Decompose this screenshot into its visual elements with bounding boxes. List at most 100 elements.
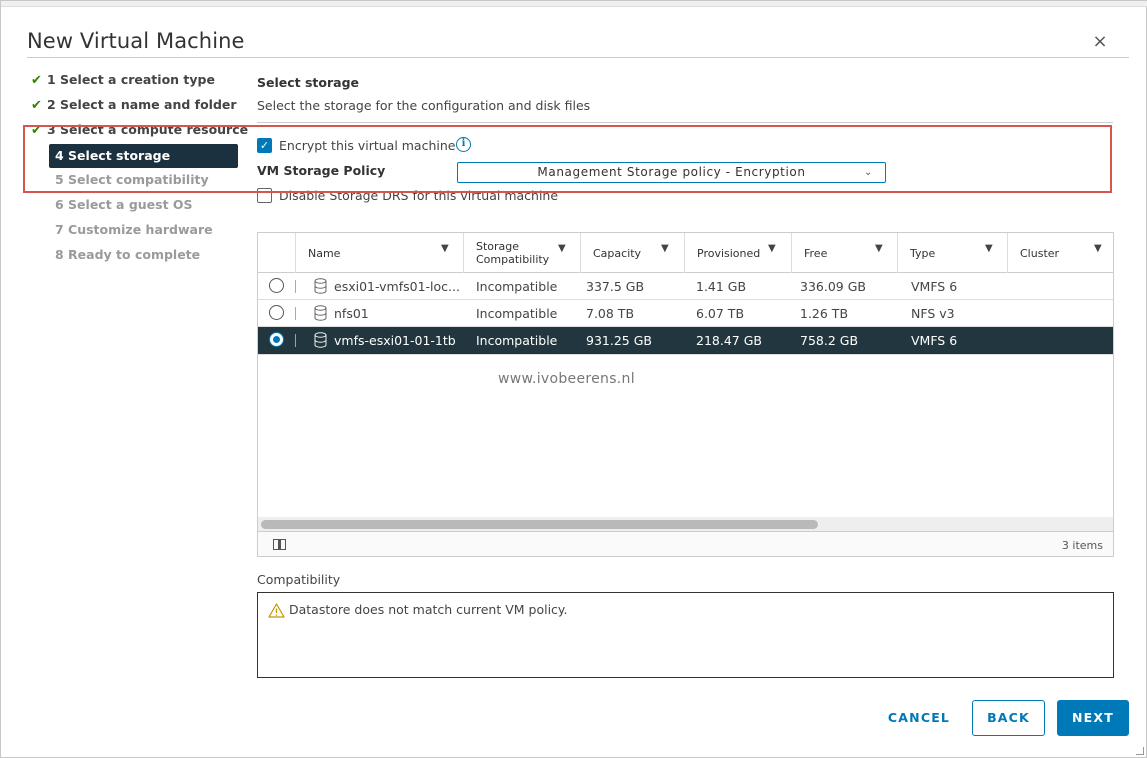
- storage-policy-select[interactable]: Management Storage policy - Encryption ⌄: [457, 162, 886, 183]
- watermark-text: www.ivobeerens.nl: [498, 371, 635, 387]
- checkmark-icon: ✔: [31, 123, 42, 138]
- datastore-name: esxi01-vmfs01-loc...: [334, 279, 460, 294]
- warning-icon: [268, 603, 285, 618]
- resize-handle[interactable]: [1136, 747, 1144, 755]
- row-radio[interactable]: [269, 332, 284, 347]
- header-capacity[interactable]: Capacity ▼: [581, 233, 685, 273]
- row-radio[interactable]: [269, 278, 284, 293]
- filter-icon[interactable]: ▼: [661, 243, 669, 254]
- type-cell: VMFS 6: [911, 333, 958, 348]
- column-toggle-icon[interactable]: [273, 539, 286, 550]
- header-name[interactable]: Name ▼: [296, 233, 464, 273]
- grid-header: Name ▼ Storage Compatibility ▼ Capacity …: [258, 233, 1113, 273]
- type-cell: VMFS 6: [911, 279, 958, 294]
- step-label: 7 Customize hardware: [55, 222, 213, 237]
- horizontal-scrollbar[interactable]: [258, 517, 1113, 531]
- compat-cell: Incompatible: [476, 306, 558, 321]
- filter-icon[interactable]: ▼: [1094, 243, 1102, 254]
- step-label: 6 Select a guest OS: [55, 197, 193, 212]
- next-button[interactable]: NEXT: [1057, 700, 1129, 736]
- datastore-name: nfs01: [334, 306, 369, 321]
- step-compatibility: 5 Select compatibility: [55, 169, 209, 191]
- dialog-title: New Virtual Machine: [27, 29, 245, 53]
- grid-footer: 3 items: [258, 531, 1113, 556]
- new-vm-dialog: New Virtual Machine × ✔ 1 Select a creati…: [0, 0, 1147, 758]
- column-separator: [295, 280, 296, 293]
- cancel-button[interactable]: CANCEL: [877, 701, 961, 737]
- free-cell: 336.09 GB: [800, 279, 866, 294]
- storage-policy-value: Management Storage policy - Encryption: [537, 165, 806, 179]
- step-compute-resource[interactable]: ✔ 3 Select a compute resource: [31, 119, 248, 141]
- section-subtitle: Select the storage for the configuration…: [257, 98, 591, 113]
- filter-icon[interactable]: ▼: [441, 243, 449, 254]
- table-row[interactable]: esxi01-vmfs01-loc... Incompatible 337.5 …: [258, 273, 1113, 300]
- step-label: 8 Ready to complete: [55, 247, 201, 262]
- close-icon[interactable]: ×: [1091, 33, 1109, 51]
- title-divider: [27, 57, 1129, 58]
- header-cluster[interactable]: Cluster ▼: [1008, 233, 1113, 273]
- free-cell: 1.26 TB: [800, 306, 849, 321]
- header-storage-compatibility[interactable]: Storage Compatibility ▼: [464, 233, 581, 273]
- cluster-cell: [1008, 300, 1020, 327]
- storage-policy-label: VM Storage Policy: [257, 163, 386, 178]
- info-icon[interactable]: i: [456, 137, 471, 152]
- step-select-storage[interactable]: 4 Select storage: [49, 144, 238, 168]
- cluster-cell: [1008, 273, 1020, 300]
- step-customize-hardware: 7 Customize hardware: [55, 219, 213, 241]
- column-separator: [295, 307, 296, 320]
- step-label: 4 Select storage: [55, 148, 171, 163]
- capacity-cell: 931.25 GB: [586, 333, 652, 348]
- header-select-column: [258, 233, 296, 273]
- header-provisioned[interactable]: Provisioned ▼: [685, 233, 792, 273]
- step-label: 2 Select a name and folder: [47, 97, 237, 112]
- filter-icon[interactable]: ▼: [985, 243, 993, 254]
- capacity-cell: 7.08 TB: [586, 306, 635, 321]
- datastore-icon: [314, 305, 327, 321]
- disable-storage-drs-checkbox[interactable]: [257, 188, 272, 203]
- background-strip: [1, 1, 1147, 7]
- chevron-down-icon: ⌄: [864, 167, 873, 178]
- checkmark-icon: ✔: [31, 73, 42, 88]
- datastore-name: vmfs-esxi01-01-1tb: [334, 333, 456, 348]
- step-guest-os: 6 Select a guest OS: [55, 194, 193, 216]
- header-type[interactable]: Type ▼: [898, 233, 1008, 273]
- row-radio[interactable]: [269, 305, 284, 320]
- capacity-cell: 337.5 GB: [586, 279, 645, 294]
- step-ready-to-complete: 8 Ready to complete: [55, 244, 200, 266]
- provisioned-cell: 1.41 GB: [696, 279, 747, 294]
- compatibility-message: Datastore does not match current VM poli…: [289, 602, 568, 617]
- compat-cell: Incompatible: [476, 279, 558, 294]
- step-label: 1 Select a creation type: [47, 72, 215, 87]
- scrollbar-thumb[interactable]: [261, 520, 818, 529]
- cluster-cell: [1008, 327, 1020, 354]
- item-count: 3 items: [1061, 539, 1103, 552]
- provisioned-cell: 218.47 GB: [696, 333, 762, 348]
- provisioned-cell: 6.07 TB: [696, 306, 745, 321]
- filter-icon[interactable]: ▼: [875, 243, 883, 254]
- table-row-selected[interactable]: vmfs-esxi01-01-1tb Incompatible 931.25 G…: [258, 327, 1113, 355]
- step-creation-type[interactable]: ✔ 1 Select a creation type: [31, 69, 215, 91]
- compatibility-label: Compatibility: [257, 572, 341, 587]
- step-name-folder[interactable]: ✔ 2 Select a name and folder: [31, 94, 237, 116]
- datastore-grid: Name ▼ Storage Compatibility ▼ Capacity …: [257, 232, 1114, 557]
- type-cell: NFS v3: [911, 306, 955, 321]
- step-label: 3 Select a compute resource: [47, 122, 249, 137]
- checkmark-icon: ✔: [31, 98, 42, 113]
- section-title: Select storage: [257, 75, 360, 90]
- encrypt-label: Encrypt this virtual machine: [279, 138, 456, 153]
- section-divider: [257, 122, 1113, 123]
- filter-icon[interactable]: ▼: [768, 243, 776, 254]
- table-row[interactable]: nfs01 Incompatible 7.08 TB 6.07 TB 1.26 …: [258, 300, 1113, 327]
- step-label: 5 Select compatibility: [55, 172, 209, 187]
- compat-cell: Incompatible: [476, 333, 558, 348]
- filter-icon[interactable]: ▼: [558, 243, 566, 254]
- disable-storage-drs-label: Disable Storage DRS for this virtual mac…: [279, 188, 559, 203]
- back-button[interactable]: BACK: [972, 700, 1045, 736]
- datastore-icon: [314, 278, 327, 294]
- datastore-icon: [314, 332, 327, 348]
- column-separator: [295, 334, 296, 347]
- encrypt-checkbox[interactable]: ✓: [257, 138, 272, 153]
- free-cell: 758.2 GB: [800, 333, 859, 348]
- header-free[interactable]: Free ▼: [792, 233, 898, 273]
- compatibility-panel: Datastore does not match current VM poli…: [257, 592, 1114, 678]
